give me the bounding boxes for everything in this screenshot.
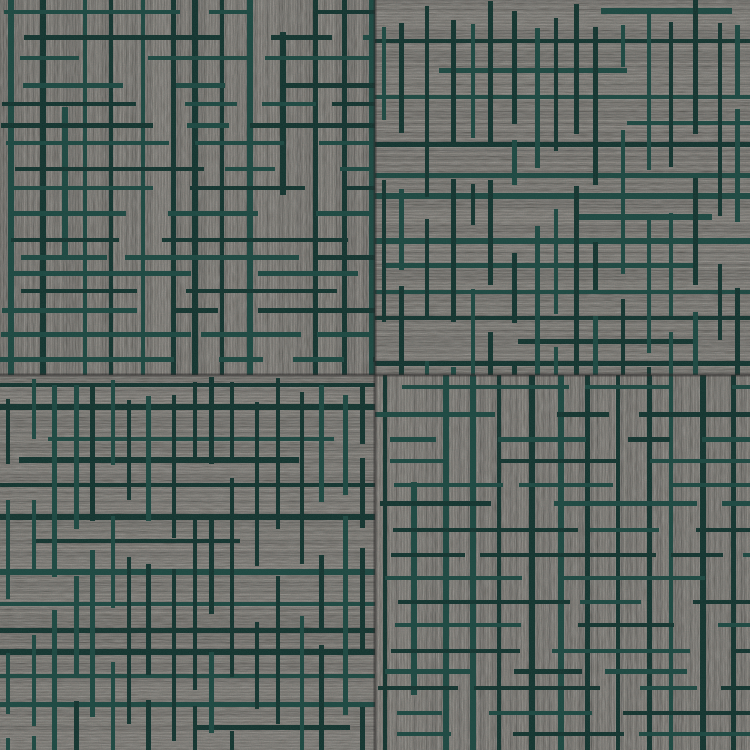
carpet-tile-top-right — [375, 0, 750, 375]
tiles-layer — [0, 0, 750, 750]
carpet-texture — [0, 0, 750, 750]
carpet-tile-bottom-left — [0, 375, 375, 750]
carpet-tile-top-left — [0, 0, 375, 375]
carpet-tile-bottom-right — [375, 375, 750, 750]
